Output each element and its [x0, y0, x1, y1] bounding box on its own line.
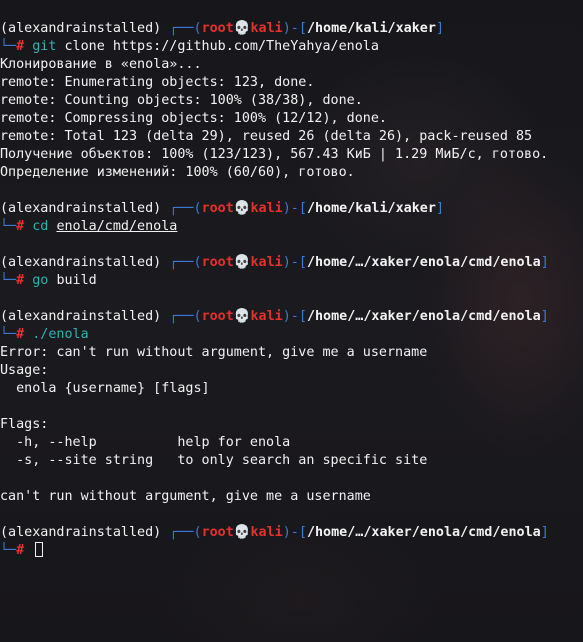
output-line: Получение объектов: 100% (123/123), 567.…	[0, 147, 549, 162]
output-line: remote: Total 123 (delta 29), reused 26 …	[0, 129, 533, 144]
prompt-host: kali	[250, 21, 283, 36]
output-line: Клонирование в «enola»...	[0, 57, 202, 72]
prompt-bracket-close: ]	[540, 309, 549, 324]
prompt-bracket-close: ]	[435, 21, 444, 36]
prompt-corner-bottom: └─	[0, 273, 17, 288]
prompt-host: kali	[250, 309, 283, 324]
prompt-path: /home/…/xaker/enola/cmd/enola	[306, 525, 541, 540]
output-line: remote: Compressing objects: 100% (12/12…	[0, 111, 387, 126]
prompt-host: kali	[250, 525, 283, 540]
prompt-user: root	[201, 21, 234, 36]
skull-icon: 💀	[233, 255, 251, 270]
output-line: Flags:	[0, 417, 49, 432]
terminal-output[interactable]: (alexandrainstalled) ┌──(root💀kali)-[/ho…	[0, 20, 583, 560]
output-line: remote: Counting objects: 100% (38/38), …	[0, 93, 363, 108]
output-line: Usage:	[0, 363, 49, 378]
prompt-separator: )-[	[282, 309, 307, 324]
command-line: └─# git clone https://github.com/TheYahy…	[0, 38, 583, 56]
output-line: -s, --site string to only search an spec…	[0, 453, 428, 468]
prompt-user: root	[201, 525, 234, 540]
command-args: clone https://github.com/TheYahya/enola	[64, 39, 379, 54]
prompt-hash: #	[16, 39, 25, 54]
command-line: └─# go build	[0, 272, 583, 290]
command-args: enola/cmd/enola	[56, 219, 178, 234]
venv-label: (alexandrainstalled)	[0, 201, 162, 216]
prompt-user: root	[201, 201, 234, 216]
prompt-hash: #	[16, 327, 25, 342]
prompt-bracket-close: ]	[435, 201, 444, 216]
command-name: cd	[32, 219, 49, 234]
prompt-line: (alexandrainstalled) ┌──(root💀kali)-[/ho…	[0, 308, 583, 326]
prompt-separator: )-[	[282, 525, 307, 540]
command-line: └─# cd enola/cmd/enola	[0, 218, 583, 236]
skull-icon: 💀	[233, 21, 251, 36]
prompt-path: /home/kali/xaker	[306, 201, 436, 216]
prompt-corner-bottom: └─	[0, 39, 17, 54]
output-line: enola {username} [flags]	[0, 381, 210, 396]
prompt-corner-bottom: └─	[0, 219, 17, 234]
prompt-line: (alexandrainstalled) ┌──(root💀kali)-[/ho…	[0, 200, 583, 218]
command-name: ./enola	[32, 327, 89, 342]
prompt-corner-top: ┌──(	[169, 255, 202, 270]
command-name: go	[32, 273, 49, 288]
output-line: Определение изменений: 100% (60/60), гот…	[0, 165, 355, 180]
prompt-separator: )-[	[282, 255, 307, 270]
prompt-separator: )-[	[282, 201, 307, 216]
prompt-corner-bottom: └─	[0, 327, 17, 342]
prompt-separator: )-[	[282, 21, 307, 36]
prompt-corner-bottom: └─	[0, 543, 17, 558]
venv-label: (alexandrainstalled)	[0, 525, 162, 540]
skull-icon: 💀	[233, 201, 251, 216]
prompt-path: /home/…/xaker/enola/cmd/enola	[306, 309, 541, 324]
output-line: remote: Enumerating objects: 123, done.	[0, 75, 315, 90]
prompt-line: (alexandrainstalled) ┌──(root💀kali)-[/ho…	[0, 524, 583, 542]
prompt-path: /home/kali/xaker	[306, 21, 436, 36]
prompt-user: root	[201, 309, 234, 324]
prompt-line: (alexandrainstalled) ┌──(root💀kali)-[/ho…	[0, 20, 583, 38]
prompt-hash: #	[16, 543, 25, 558]
prompt-hash: #	[16, 273, 25, 288]
prompt-corner-top: ┌──(	[169, 201, 202, 216]
prompt-corner-top: ┌──(	[169, 21, 202, 36]
command-line: └─# ./enola	[0, 326, 583, 344]
skull-icon: 💀	[233, 525, 251, 540]
prompt-host: kali	[250, 255, 283, 270]
command-args: build	[56, 273, 97, 288]
skull-icon: 💀	[233, 309, 251, 324]
prompt-line: (alexandrainstalled) ┌──(root💀kali)-[/ho…	[0, 254, 583, 272]
prompt-bracket-close: ]	[540, 525, 549, 540]
active-input-line[interactable]: └─#	[0, 542, 583, 560]
prompt-corner-top: ┌──(	[169, 309, 202, 324]
output-line: can't run without argument, give me a us…	[0, 489, 371, 504]
prompt-host: kali	[250, 201, 283, 216]
prompt-hash: #	[16, 219, 25, 234]
prompt-user: root	[201, 255, 234, 270]
output-line: -h, --help help for enola	[0, 435, 291, 450]
text-cursor[interactable]	[35, 542, 44, 557]
venv-label: (alexandrainstalled)	[0, 21, 162, 36]
prompt-bracket-close: ]	[540, 255, 549, 270]
output-line: Error: can't run without argument, give …	[0, 345, 428, 360]
venv-label: (alexandrainstalled)	[0, 309, 162, 324]
prompt-path: /home/…/xaker/enola/cmd/enola	[306, 255, 541, 270]
venv-label: (alexandrainstalled)	[0, 255, 162, 270]
prompt-corner-top: ┌──(	[169, 525, 202, 540]
command-name: git	[32, 39, 57, 54]
